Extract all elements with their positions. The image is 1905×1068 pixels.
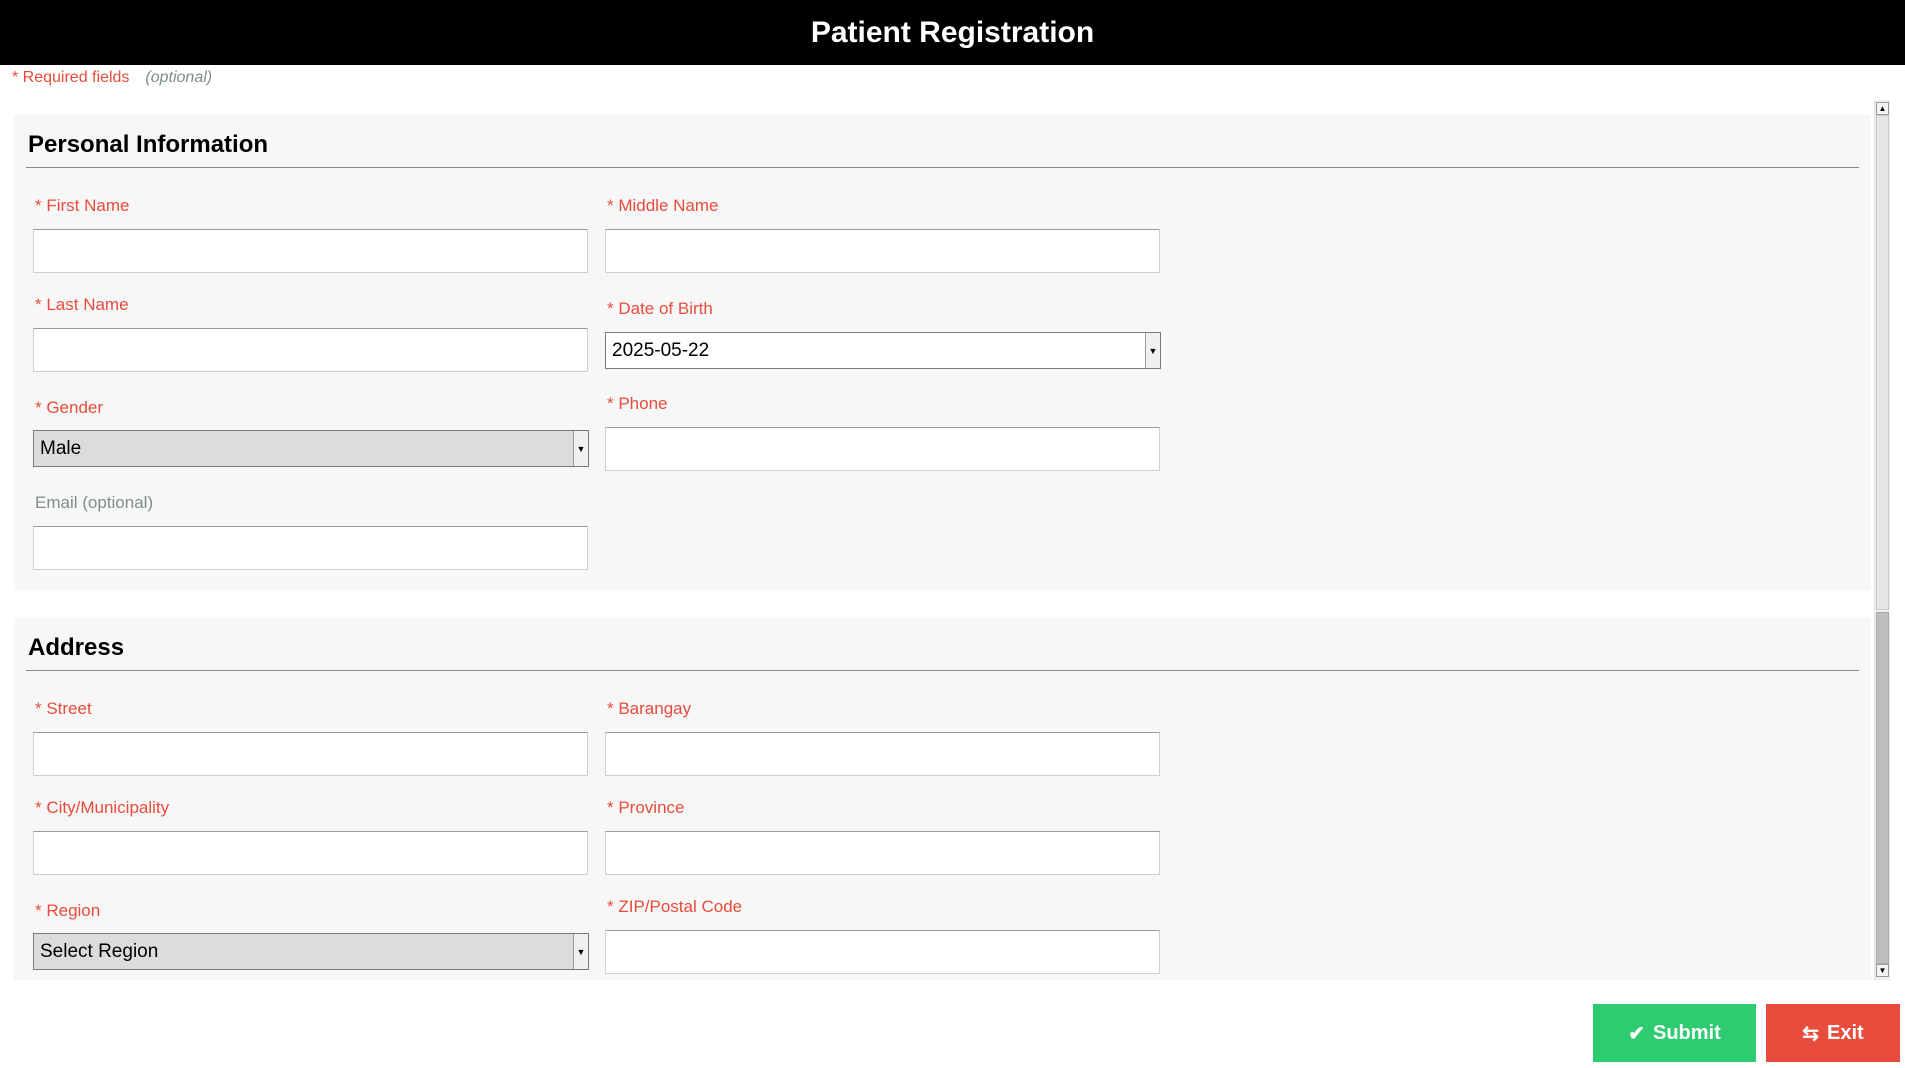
gender-select[interactable]: Male ▼ xyxy=(33,430,589,467)
form-scroll-area[interactable]: Personal Information * First Name * Midd… xyxy=(0,100,1905,980)
email-input[interactable] xyxy=(33,526,588,570)
middle-name-input[interactable] xyxy=(605,229,1160,273)
required-legend: * Required fields xyxy=(12,69,130,86)
submit-button[interactable]: ✔ Submit xyxy=(1593,1004,1756,1062)
exit-icon: ⇆ xyxy=(1802,1022,1820,1045)
middle-name-label: * Middle Name xyxy=(607,196,719,215)
address-heading: Address xyxy=(28,634,125,661)
zip-label: * ZIP/Postal Code xyxy=(607,897,743,916)
street-input[interactable] xyxy=(33,732,588,776)
last-name-input[interactable] xyxy=(33,328,588,372)
barangay-input[interactable] xyxy=(605,732,1160,776)
street-label: * Street xyxy=(35,699,92,718)
personal-information-heading: Personal Information xyxy=(28,131,269,158)
date-of-birth-label: * Date of Birth xyxy=(607,299,713,318)
first-name-label: * First Name xyxy=(35,196,130,215)
barangay-label: * Barangay xyxy=(607,699,692,718)
gender-label: * Gender xyxy=(35,398,104,417)
check-icon: ✔ xyxy=(1628,1022,1645,1045)
chevron-down-icon[interactable]: ▼ xyxy=(573,934,588,969)
gender-value: Male xyxy=(40,437,82,459)
exit-label: Exit xyxy=(1827,1021,1864,1044)
title-bar: Patient Registration xyxy=(0,0,1905,65)
zip-input[interactable] xyxy=(605,930,1160,974)
page-title: Patient Registration xyxy=(810,15,1095,49)
city-input[interactable] xyxy=(33,831,588,875)
phone-label: * Phone xyxy=(607,394,668,413)
first-name-input[interactable] xyxy=(33,229,588,273)
submit-label: Submit xyxy=(1652,1021,1721,1044)
scrollbar-track[interactable] xyxy=(1876,115,1889,610)
chevron-down-icon[interactable]: ▼ xyxy=(1145,333,1160,368)
vertical-scrollbar[interactable]: ▲ ▼ xyxy=(1874,100,1890,980)
section-divider xyxy=(26,670,1859,671)
province-label: * Province xyxy=(607,798,685,817)
optional-legend: (optional) xyxy=(145,69,213,86)
province-input[interactable] xyxy=(605,831,1160,875)
region-select[interactable]: Select Region ▼ xyxy=(33,933,589,970)
email-label: Email (optional) xyxy=(35,493,154,512)
exit-button[interactable]: ⇆ Exit xyxy=(1766,1004,1900,1062)
section-divider xyxy=(26,167,1859,168)
date-of-birth-picker[interactable]: 2025-05-22 ▼ xyxy=(605,332,1161,369)
scroll-up-icon[interactable]: ▲ xyxy=(1876,102,1889,115)
field-legend: * Required fields (optional) xyxy=(12,69,212,87)
scrollbar-thumb[interactable] xyxy=(1876,612,1889,964)
city-label: * City/Municipality xyxy=(35,798,170,817)
scroll-down-icon[interactable]: ▼ xyxy=(1876,964,1889,977)
last-name-label: * Last Name xyxy=(35,295,129,314)
region-value: Select Region xyxy=(40,940,159,962)
phone-input[interactable] xyxy=(605,427,1160,471)
chevron-down-icon[interactable]: ▼ xyxy=(573,431,588,466)
date-of-birth-value: 2025-05-22 xyxy=(612,339,710,361)
region-label: * Region xyxy=(35,901,101,920)
address-section: Address * Street * Barangay * City/Munic… xyxy=(14,618,1871,980)
personal-information-section: Personal Information * First Name * Midd… xyxy=(14,115,1871,590)
